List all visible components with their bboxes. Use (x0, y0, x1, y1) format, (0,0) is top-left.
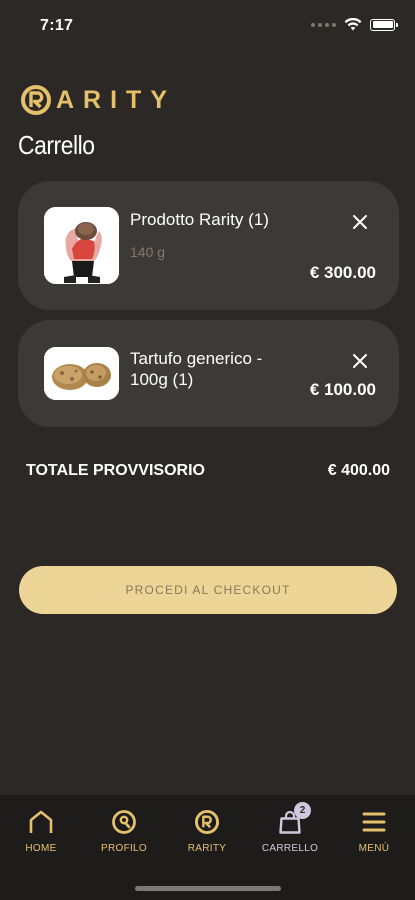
truffles-image (44, 347, 119, 400)
item-price: € 300.00 (309, 263, 376, 282)
tab-cart[interactable]: 2 CARRELLO (250, 802, 330, 854)
tab-label: CARRELLO (261, 843, 319, 854)
bottom-tab-bar: HOME PROFILO RARITY 2 CARRELLO MENÙ (0, 795, 415, 900)
profile-icon (109, 807, 139, 837)
subtotal-label: TOTALE PROVVISORIO (26, 462, 205, 479)
cart-item: Prodotto Rarity (1) 140 g € 300.00 (18, 181, 399, 310)
remove-item-close-icon[interactable] (351, 213, 369, 231)
product-thumbnail[interactable] (44, 347, 119, 400)
item-name: Prodotto Rarity (1) (130, 210, 269, 229)
rarity-logo: ARITY (20, 84, 176, 116)
tab-menu[interactable]: MENÙ (334, 807, 414, 854)
cellular-signal-icon (311, 22, 336, 27)
remove-item-close-icon[interactable] (351, 352, 369, 370)
tab-rarity[interactable]: RARITY (167, 807, 247, 854)
tab-profile[interactable]: PROFILO (84, 807, 164, 854)
subtotal-row: TOTALE PROVVISORIO € 400.00 (26, 462, 390, 480)
tab-label: PROFILO (101, 843, 147, 854)
cart-count-badge: 2 (294, 802, 311, 819)
rarity-logo-icon (21, 85, 51, 115)
menu-icon (359, 807, 389, 837)
status-bar: 7:17 (0, 0, 415, 50)
tab-label: MENÙ (358, 843, 390, 854)
status-icons (311, 18, 398, 31)
home-icon (26, 807, 56, 837)
checkout-button[interactable]: PROCEDI AL CHECKOUT (19, 566, 397, 614)
subtotal-value: € 400.00 (327, 462, 390, 479)
status-time: 7:17 (40, 17, 74, 34)
tab-label: HOME (25, 843, 57, 854)
wifi-icon (344, 18, 362, 31)
product-thumbnail[interactable] (44, 207, 119, 284)
logo-wordmark: ARITY (56, 85, 176, 114)
tab-label: RARITY (187, 843, 227, 854)
item-weight: 140 g (130, 244, 166, 260)
cart-item: Tartufo generico - 100g (1) € 100.00 (18, 320, 399, 427)
battery-icon (370, 18, 398, 31)
item-price: € 100.00 (309, 380, 376, 399)
person-holding-truffle-image (44, 207, 119, 284)
home-indicator[interactable] (135, 886, 281, 891)
bag-icon: 2 (275, 802, 311, 837)
item-name: Tartufo generico - 100g (1) (130, 349, 263, 389)
page-title: Carrello (18, 130, 95, 160)
tab-home[interactable]: HOME (1, 807, 81, 854)
rarity-logo-icon (192, 807, 222, 837)
